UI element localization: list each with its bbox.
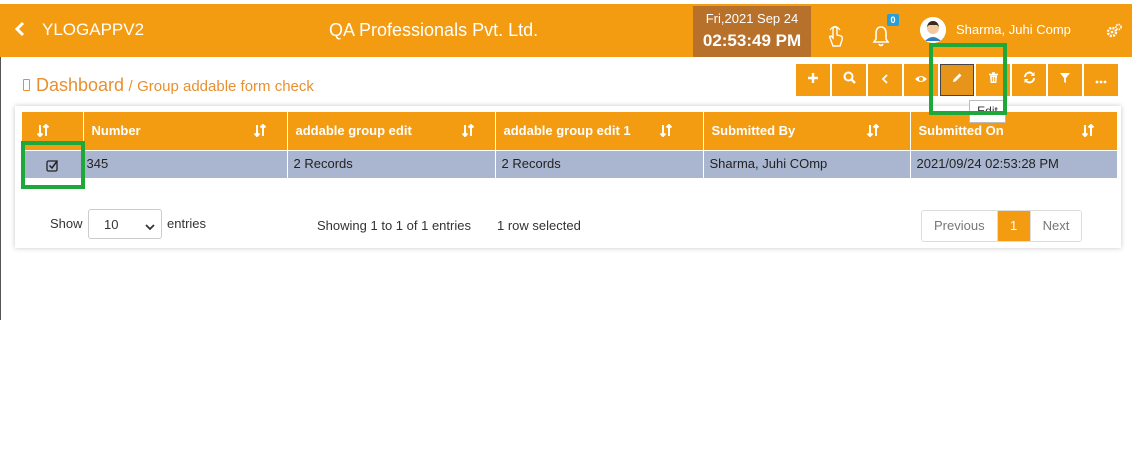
sort-icon[interactable] [866,123,880,140]
more-button[interactable] [1084,64,1118,96]
previous-button[interactable]: Previous [922,211,998,241]
search-button[interactable] [832,64,866,96]
refresh-button[interactable] [1012,64,1046,96]
sort-icon[interactable] [253,123,267,140]
pagination: Previous 1 Next [921,210,1083,242]
breadcrumb-separator: / [128,78,133,95]
column-label-addable-group-edit-1: addable group edit 1 [503,123,631,139]
mobile-icon [23,79,30,91]
breadcrumb: Dashboard / Group addable form check [23,75,314,96]
bell-icon[interactable] [871,24,891,48]
column-header-submitted-by[interactable]: Submitted By [703,112,911,150]
filter-icon [1059,71,1071,89]
page: YLOGAPPV2 QA Professionals Pvt. Ltd. Fri… [0,0,1132,460]
back-button[interactable] [868,64,902,96]
breadcrumb-current: Group addable form check [137,78,314,95]
selected-info: 1 row selected [497,218,581,233]
sort-icon[interactable] [659,123,673,140]
column-header-addable-group-edit-1[interactable]: addable group edit 1 [495,112,704,150]
column-label-submitted-on: Submitted On [918,123,1004,139]
clock: Fri,2021 Sep 24 02:53:49 PM [693,6,811,57]
add-icon [807,71,819,89]
more-icon [1095,71,1107,89]
edit-highlight-box [929,43,1007,115]
checkbox-highlight-box [21,141,85,189]
back-chevron-icon[interactable] [14,21,26,40]
column-label-addable-group-edit: addable group edit [295,123,412,139]
avatar[interactable] [920,17,946,43]
info-prefix: Showing [317,218,371,233]
sort-select-icon[interactable] [36,123,50,140]
show-label: Show [50,216,83,231]
user-name[interactable]: Sharma, Juhi Comp [956,22,1071,38]
page-size-select[interactable]: 10 [88,209,162,239]
app-name[interactable]: YLOGAPPV2 [42,20,144,40]
gears-icon[interactable] [1106,23,1122,39]
search-icon [843,71,856,89]
cell-addable-group-edit[interactable]: 2 Records [287,149,496,178]
sort-icon[interactable] [461,123,475,140]
sort-icon[interactable] [1081,123,1095,140]
column-header-submitted-on[interactable]: Submitted On [910,112,1117,150]
next-button[interactable]: Next [1029,211,1082,241]
table-header-row: Number addable group edit addable group … [22,112,1117,150]
notification-badge: 0 [887,14,899,26]
filter-button[interactable] [1048,64,1082,96]
cell-number: 345 [83,149,288,178]
refresh-icon [1023,71,1036,89]
column-label-number: Number [91,123,141,139]
info-from: 1 [370,218,378,233]
entries-label: entries [167,216,207,231]
data-table: Number addable group edit addable group … [22,112,1117,178]
column-header-addable-group-edit[interactable]: addable group edit [287,112,496,150]
column-label-submitted-by: Submitted By [711,123,796,139]
eye-icon [914,71,928,89]
cell-addable-group-edit-1[interactable]: 2 Records [495,149,704,178]
cell-submitted-on: 2021/09/24 02:53:28 PM [910,149,1117,178]
info-to-word: to [377,218,396,233]
chevron-down-icon [145,219,155,234]
info-suffix: entries [428,218,471,233]
cell-submitted-by: Sharma, Juhi COmp [703,149,911,178]
company-name: QA Professionals Pvt. Ltd. [329,20,539,40]
info-of-word: of [403,218,422,233]
column-header-number[interactable]: Number [83,112,288,150]
add-button[interactable] [796,64,830,96]
touch-icon[interactable] [826,24,846,48]
left-divider [0,57,1,320]
table-row[interactable]: 345 2 Records 2 Records Sharma, Juhi COm… [22,149,1117,178]
table-info: Showing 1 to 1 of 1 entries [317,218,471,233]
info-to: 1 [395,218,404,233]
clock-date: Fri,2021 Sep 24 [705,11,799,26]
back-icon [881,71,889,89]
page-1-button[interactable]: 1 [997,211,1030,241]
page-size-value: 10 [104,217,119,232]
clock-time: 02:53:49 PM [702,31,802,50]
breadcrumb-dashboard[interactable]: Dashboard [36,75,124,95]
